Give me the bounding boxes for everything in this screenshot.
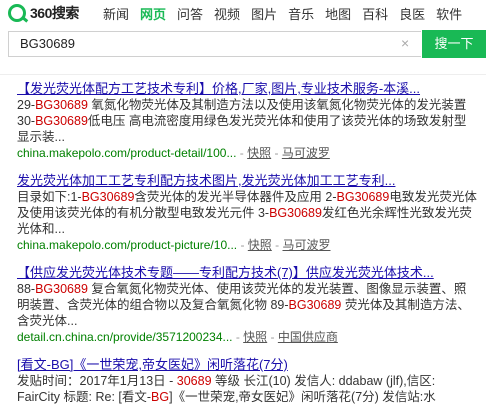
search-button[interactable]: 搜一下	[422, 30, 486, 58]
tab-4[interactable]: 图片	[251, 4, 277, 23]
result-url: china.makepolo.com/product-picture/10...	[17, 238, 238, 252]
source-link[interactable]: 中国供应商	[278, 330, 338, 344]
tab-9[interactable]: 软件	[436, 4, 462, 23]
source-link[interactable]: 马可波罗	[282, 146, 330, 160]
source-link[interactable]: 马可波罗	[282, 238, 330, 252]
result-item: 【供应发光荧光体技术专题——专利配方技术(7)】供应发光荧光体技术... 88-B…	[17, 264, 477, 346]
snapshot-link[interactable]: 快照	[247, 146, 271, 160]
highlight-text: BG30689	[288, 298, 342, 312]
separator: -	[237, 238, 248, 252]
snapshot-link[interactable]: 快照	[248, 238, 272, 252]
highlight-text: 30689	[176, 374, 212, 388]
result-title[interactable]: [看文-BG]《一世荣宠,帝女医妃》闲听落花(7分)	[17, 356, 477, 373]
result-snippet: 88-BG30689 复合氧氮化物荧光体、使用该荧光体的发光装置、图像显示装置、…	[17, 281, 477, 329]
separator: -	[236, 146, 248, 160]
separator: -	[271, 146, 282, 160]
result-snippet: 发贴时间：2017年1月13日 - 30689 等级 长江(10) 发信人: d…	[17, 373, 477, 405]
tab-5[interactable]: 音乐	[288, 4, 314, 23]
tab-0[interactable]: 新闻	[103, 4, 129, 23]
snippet-text: 88-	[17, 282, 36, 296]
logo[interactable]: 360搜索	[8, 3, 79, 23]
result-item: 【发光荧光体配方工艺技术专利】价格,厂家,图片,专业技术服务-本溪... 29-B…	[17, 80, 477, 162]
highlight-text: BG30689	[269, 206, 322, 220]
top-bar: 360搜索 新闻 网页 问答 视频 图片 音乐 地图 百科 良医 软件	[0, 0, 486, 26]
highlight-text: BG30689	[35, 114, 88, 128]
snippet-text: 目录如下:1-	[17, 190, 82, 204]
tab-8[interactable]: 良医	[399, 4, 425, 23]
result-meta: china.makepolo.com/product-picture/10...…	[17, 237, 477, 254]
divider	[0, 74, 486, 75]
highlight-text: BG30689	[336, 190, 390, 204]
result-title[interactable]: 【发光荧光体配方工艺技术专利】价格,厂家,图片,专业技术服务-本溪...	[17, 80, 477, 97]
tab-1[interactable]: 网页	[140, 4, 166, 23]
search-input[interactable]: BG30689	[8, 31, 421, 57]
tab-6[interactable]: 地图	[325, 4, 351, 23]
result-item: [看文-BG]《一世荣宠,帝女医妃》闲听落花(7分) 发贴时间：2017年1月13…	[17, 356, 477, 405]
result-snippet: 29-BG30689 氧氮化物荧光体及其制造方法以及使用该氧氮化物荧光体的发光装…	[17, 97, 477, 145]
logo-icon	[8, 4, 26, 22]
separator: -	[232, 330, 244, 344]
result-meta: detail.cn.china.cn/provide/3571200234...…	[17, 329, 477, 346]
snapshot-link[interactable]: 快照	[243, 330, 267, 344]
result-item: 发光荧光体加工工艺专利配方技术图片,发光荧光体加工工艺专利... 目录如下:1-B…	[17, 172, 477, 254]
highlight-text: BG	[151, 390, 170, 404]
nav-tabs: 新闻 网页 问答 视频 图片 音乐 地图 百科 良医 软件	[103, 4, 473, 23]
logo-text: 360搜索	[30, 5, 79, 21]
result-url: detail.cn.china.cn/provide/3571200234...	[17, 330, 233, 344]
snippet-text: 含荧光体的发光半导体器件及应用 2-	[134, 190, 337, 204]
result-url: china.makepolo.com/product-detail/100...	[17, 146, 237, 160]
highlight-text: BG30689	[35, 98, 88, 112]
result-meta: china.makepolo.com/product-detail/100...…	[17, 145, 477, 162]
snippet-text: 29-	[17, 98, 36, 112]
result-title[interactable]: 发光荧光体加工工艺专利配方技术图片,发光荧光体加工工艺专利...	[17, 172, 477, 189]
search-row: BG30689 × 搜一下	[0, 30, 486, 60]
result-title[interactable]: 【供应发光荧光体技术专题——专利配方技术(7)】供应发光荧光体技术...	[17, 264, 477, 281]
highlight-text: BG30689	[35, 282, 88, 296]
result-snippet: 目录如下:1-BG30689含荧光体的发光半导体器件及应用 2-BG30689电…	[17, 189, 477, 237]
results-list: 【发光荧光体配方工艺技术专利】价格,厂家,图片,专业技术服务-本溪... 29-B…	[17, 80, 477, 415]
tab-7[interactable]: 百科	[362, 4, 388, 23]
tab-2[interactable]: 问答	[177, 4, 203, 23]
snippet-text: ]《一世荣宠,帝女医妃》闲听落花(7分) 发信站:水	[169, 390, 436, 404]
highlight-text: BG30689	[81, 190, 135, 204]
separator: -	[267, 330, 278, 344]
snippet-text: 发贴时间：2017年1月13日 -	[17, 374, 177, 388]
tab-3[interactable]: 视频	[214, 4, 240, 23]
clear-icon[interactable]: ×	[401, 36, 409, 50]
separator: -	[271, 238, 283, 252]
